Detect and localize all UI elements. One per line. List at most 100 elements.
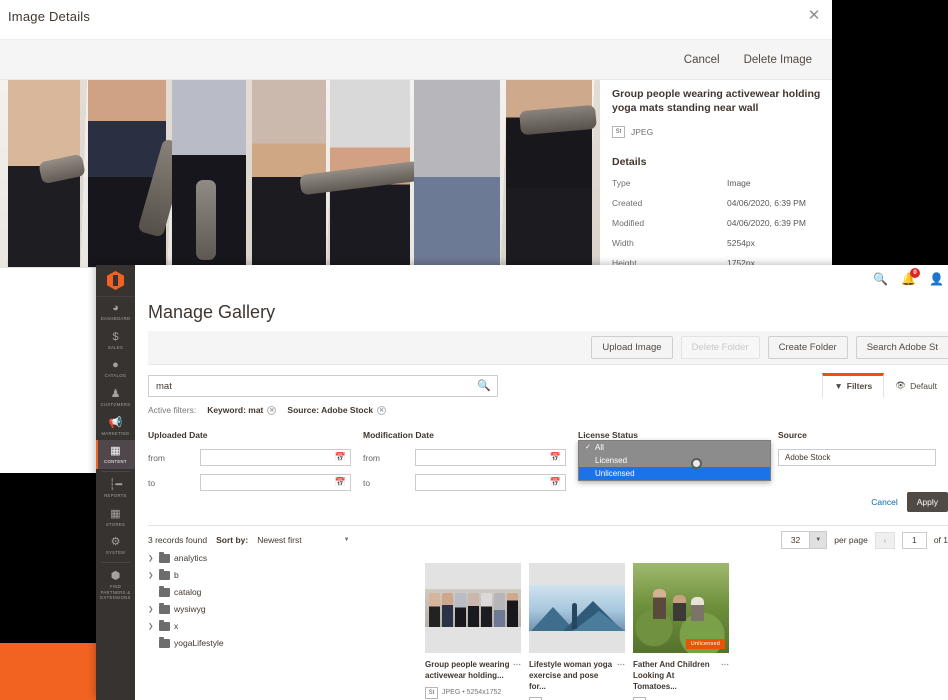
uploaded-from-input[interactable]: 📅 bbox=[200, 449, 351, 466]
sidebar-item-marketing[interactable]: 📢 MARKETING bbox=[96, 412, 135, 441]
sidebar-item-label: CATALOG bbox=[97, 373, 134, 379]
delete-image-button[interactable]: Delete Image bbox=[744, 54, 812, 66]
modification-to-input[interactable]: 📅 bbox=[415, 474, 566, 491]
card-title-row: Lifestyle woman yoga exercise and pose f… bbox=[529, 660, 625, 692]
folder-label: b bbox=[174, 570, 179, 580]
uploaded-to-input[interactable]: 📅 bbox=[200, 474, 351, 491]
sort-by-value[interactable]: Newest first bbox=[257, 535, 301, 545]
sidebar-item-stores[interactable]: ▦ STORES bbox=[96, 503, 135, 532]
create-folder-button[interactable]: Create Folder bbox=[768, 336, 848, 359]
chevron-right-icon[interactable]: ❯ bbox=[148, 554, 155, 562]
card-thumbnail[interactable]: Unlicensed bbox=[633, 563, 729, 653]
remove-filter-icon[interactable]: ✕ bbox=[267, 406, 276, 415]
user-icon[interactable]: 👤 bbox=[929, 272, 944, 286]
folder-node-wysiwyg[interactable]: ❯ wysiwyg bbox=[148, 604, 278, 614]
image-details-header: Image Details ✕ bbox=[0, 0, 832, 40]
card-title: Group people wearing activewear holding.… bbox=[425, 660, 510, 682]
sales-icon: $ bbox=[97, 331, 134, 344]
license-option-unlicensed[interactable]: Unlicensed bbox=[579, 467, 770, 480]
gallery-card[interactable]: Lifestyle woman yoga exercise and pose f… bbox=[529, 563, 625, 700]
tab-filters[interactable]: ▼ Filters bbox=[822, 373, 884, 398]
magento-logo-icon[interactable] bbox=[96, 265, 135, 297]
search-adobe-stock-button[interactable]: Search Adobe St bbox=[856, 336, 948, 359]
chevron-right-icon[interactable]: ❯ bbox=[148, 622, 155, 630]
dashboard-icon: ◕ bbox=[97, 302, 134, 315]
chevron-down-icon[interactable]: ▼ bbox=[809, 532, 826, 548]
folder-node-b[interactable]: ❯ b bbox=[148, 570, 278, 580]
card-thumbnail[interactable] bbox=[425, 563, 521, 653]
search-icon[interactable]: 🔍 bbox=[477, 379, 491, 392]
calendar-icon[interactable]: 📅 bbox=[335, 452, 346, 463]
sidebar-item-find-partners[interactable]: ⬢ FIND PARTNERS & EXTENSIONS bbox=[96, 565, 135, 605]
filters-tab-group: ▼ Filters 👁 Default bbox=[822, 373, 948, 398]
license-option-all[interactable]: All bbox=[579, 441, 770, 454]
card-meta-text: JPEG • 5254x1752 bbox=[442, 689, 501, 696]
chevron-down-icon[interactable]: ▼ bbox=[344, 537, 350, 543]
admin-top-icons: 🔍 🔔 0 👤 bbox=[873, 272, 944, 286]
detail-row: Modified 04/06/2020, 6:39 PM bbox=[612, 218, 822, 228]
filter-panel: Uploaded Date from 📅 to 📅 bbox=[148, 430, 948, 499]
bell-icon[interactable]: 🔔 0 bbox=[901, 272, 916, 286]
detail-value: 5254px bbox=[727, 238, 755, 248]
search-icon[interactable]: 🔍 bbox=[873, 272, 888, 286]
card-menu-icon[interactable]: ⋯ bbox=[721, 660, 729, 692]
manage-gallery-window: ◕ DASHBOARD $ SALES ● CATALOG ♟ CUSTOMER… bbox=[96, 265, 948, 700]
folder-node-catalog[interactable]: ❯ catalog bbox=[148, 587, 278, 597]
catalog-icon: ● bbox=[97, 359, 134, 372]
prev-page-button[interactable]: ‹ bbox=[875, 532, 895, 549]
tab-default-view[interactable]: 👁 Default bbox=[884, 373, 948, 398]
funnel-icon: ▼ bbox=[834, 381, 842, 391]
card-menu-icon[interactable]: ⋯ bbox=[513, 660, 521, 682]
folder-node-yogalifestyle[interactable]: ❯ yogaLifestyle bbox=[148, 638, 278, 648]
chevron-right-icon[interactable]: ❯ bbox=[148, 571, 155, 579]
details-heading: Details bbox=[612, 156, 822, 168]
card-thumbnail[interactable] bbox=[529, 563, 625, 653]
sidebar-item-system[interactable]: ⚙ SYSTEM bbox=[96, 531, 135, 560]
calendar-icon[interactable]: 📅 bbox=[550, 452, 561, 463]
license-option-licensed[interactable]: Licensed bbox=[579, 454, 770, 467]
chevron-right-icon[interactable]: ❯ bbox=[148, 605, 155, 613]
mouse-cursor-icon bbox=[691, 458, 702, 469]
per-page-select[interactable]: 32 ▼ bbox=[781, 531, 827, 549]
search-input[interactable] bbox=[149, 377, 497, 397]
sidebar-item-customers[interactable]: ♟ CUSTOMERS bbox=[96, 383, 135, 412]
filter-cancel-link[interactable]: Cancel bbox=[871, 497, 897, 507]
detail-value: Image bbox=[727, 178, 751, 188]
gallery-card[interactable]: Unlicensed Father And Children Looking A… bbox=[633, 563, 729, 700]
calendar-icon[interactable]: 📅 bbox=[335, 477, 346, 488]
apply-filters-button[interactable]: Apply bbox=[907, 492, 948, 512]
folder-node-x[interactable]: ❯ x bbox=[148, 621, 278, 631]
card-title-row: Group people wearing activewear holding.… bbox=[425, 660, 521, 682]
close-icon[interactable]: ✕ bbox=[804, 6, 824, 26]
per-page-label: per page bbox=[834, 535, 868, 545]
sidebar-item-dashboard[interactable]: ◕ DASHBOARD bbox=[96, 297, 135, 326]
license-status-dropdown[interactable]: All Licensed Unlicensed bbox=[578, 440, 771, 481]
sidebar-item-label: SALES bbox=[97, 345, 134, 351]
search-box[interactable]: 🔍 bbox=[148, 375, 498, 397]
sidebar-item-catalog[interactable]: ● CATALOG bbox=[96, 354, 135, 383]
modification-from-input[interactable]: 📅 bbox=[415, 449, 566, 466]
modification-from-row: from 📅 bbox=[363, 449, 566, 466]
page-number-input[interactable]: 1 bbox=[902, 532, 927, 549]
format-row: St JPEG bbox=[612, 126, 822, 138]
gallery-card[interactable]: Group people wearing activewear holding.… bbox=[425, 563, 521, 700]
source-select[interactable]: Adobe Stock bbox=[778, 449, 936, 466]
admin-topbar: 🔍 🔔 0 👤 bbox=[135, 265, 948, 298]
filter-chip-source[interactable]: Source: Adobe Stock ✕ bbox=[287, 405, 386, 415]
card-title-row: Father And Children Looking At Tomatoes.… bbox=[633, 660, 729, 692]
upload-image-button[interactable]: Upload Image bbox=[591, 336, 672, 359]
image-details-body: Group people wearing activewear holding … bbox=[0, 80, 832, 267]
from-label: from bbox=[148, 453, 200, 463]
folder-node-analytics[interactable]: ❯ analytics bbox=[148, 553, 278, 563]
card-title: Lifestyle woman yoga exercise and pose f… bbox=[529, 660, 614, 692]
filter-chip-keyword[interactable]: Keyword: mat ✕ bbox=[207, 405, 276, 415]
card-menu-icon[interactable]: ⋯ bbox=[617, 660, 625, 692]
remove-filter-icon[interactable]: ✕ bbox=[377, 406, 386, 415]
source-heading: Source bbox=[778, 430, 936, 440]
sidebar-item-reports[interactable]: ┆━ REPORTS bbox=[96, 474, 135, 503]
cancel-button[interactable]: Cancel bbox=[684, 54, 720, 66]
sidebar-item-content[interactable]: ▦ CONTENT bbox=[96, 440, 135, 469]
sidebar-item-sales[interactable]: $ SALES bbox=[96, 326, 135, 355]
folder-icon bbox=[159, 622, 170, 631]
calendar-icon[interactable]: 📅 bbox=[550, 477, 561, 488]
